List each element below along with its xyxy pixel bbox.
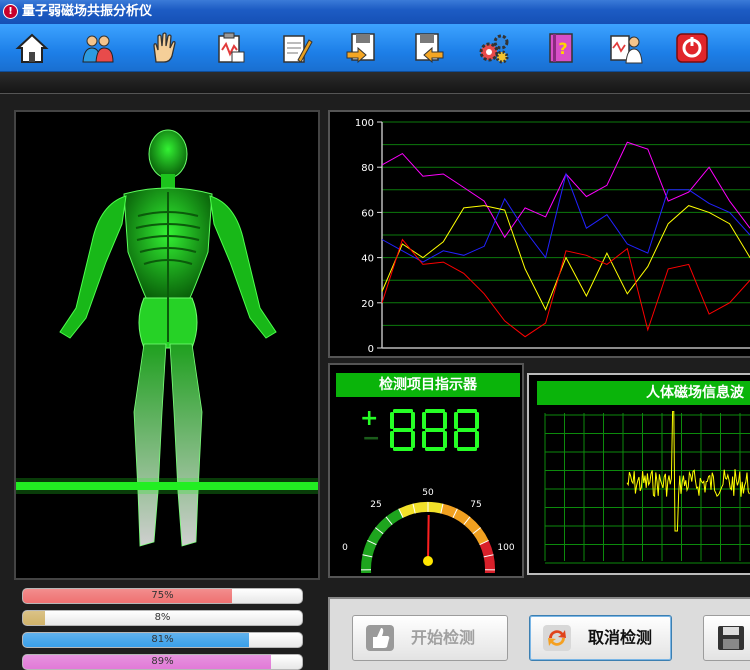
power-exit-icon[interactable] bbox=[674, 30, 710, 66]
floppy-disk-icon bbox=[718, 626, 744, 650]
digit-3 bbox=[454, 409, 479, 451]
segment bbox=[443, 412, 447, 429]
title-bar: ! 量子弱磁场共振分析仪 bbox=[0, 0, 750, 24]
indicator-panel: 检测项目指示器 + − 50 25 75 0 100 bbox=[328, 363, 524, 578]
refresh-arrows-icon bbox=[543, 625, 571, 651]
gauge-dial: 50 25 75 0 100 bbox=[342, 488, 515, 573]
gauge-label-75: 75 bbox=[470, 500, 481, 510]
window-title: 量子弱磁场共振分析仪 bbox=[22, 4, 153, 19]
progress-label-3: 81% bbox=[151, 634, 174, 645]
segment bbox=[422, 412, 426, 429]
gauge-label-0: 0 bbox=[342, 543, 348, 553]
progress-bar-1: 75% bbox=[22, 588, 303, 604]
gauge-band bbox=[440, 503, 489, 545]
svg-text:?: ? bbox=[558, 39, 567, 58]
clipboard-wave-icon[interactable] bbox=[212, 30, 248, 66]
segment bbox=[425, 447, 445, 451]
app-window: ! 量子弱磁场共振分析仪 ? 0 20 40 60 80 100 检测项目指示器… bbox=[0, 0, 750, 670]
segment bbox=[393, 447, 413, 451]
body-scan-panel bbox=[14, 110, 320, 580]
form-edit-icon[interactable] bbox=[278, 30, 314, 66]
magnetic-wave-panel: 人体磁场信息波 bbox=[527, 373, 750, 575]
segment bbox=[475, 412, 479, 429]
y-tick-label: 20 bbox=[361, 299, 374, 310]
start-detection-label: 开始检测 bbox=[411, 628, 476, 647]
export-disk-icon[interactable] bbox=[410, 30, 446, 66]
segment bbox=[393, 428, 413, 432]
progress-label-4: 89% bbox=[151, 656, 174, 667]
segment bbox=[457, 428, 477, 432]
gauge-label-25: 25 bbox=[370, 500, 381, 510]
segment bbox=[454, 412, 458, 429]
segment bbox=[457, 447, 477, 451]
doctor-report-icon[interactable] bbox=[608, 30, 644, 66]
menu-strip bbox=[0, 72, 750, 94]
import-disk-icon[interactable] bbox=[344, 30, 380, 66]
settings-gears-icon[interactable] bbox=[476, 30, 512, 66]
progress-bar-3: 81% bbox=[22, 632, 303, 648]
segment bbox=[443, 431, 447, 448]
segment bbox=[454, 431, 458, 448]
y-tick-label: 40 bbox=[361, 254, 374, 265]
segment bbox=[425, 428, 445, 432]
line-chart-panel: 0 20 40 60 80 100 bbox=[328, 110, 750, 358]
gauge-band bbox=[479, 540, 495, 573]
segment bbox=[390, 412, 394, 429]
progress-label-1: 75% bbox=[151, 590, 174, 601]
y-tick-label: 100 bbox=[355, 118, 374, 129]
gauge-label-100: 100 bbox=[497, 543, 514, 553]
hand-icon[interactable] bbox=[146, 30, 182, 66]
help-book-icon[interactable]: ? bbox=[542, 30, 578, 66]
users-icon[interactable] bbox=[80, 30, 116, 66]
y-tick-label: 80 bbox=[361, 163, 374, 174]
series-line-2 bbox=[381, 172, 750, 263]
human-skeleton-image bbox=[16, 129, 318, 547]
app-logo-icon: ! bbox=[3, 4, 18, 19]
segment bbox=[475, 431, 479, 448]
gauge-label-50: 50 bbox=[422, 488, 434, 498]
segment bbox=[393, 409, 413, 413]
progress-bar-4: 89% bbox=[22, 654, 303, 670]
segment bbox=[425, 409, 445, 413]
segment bbox=[390, 431, 394, 448]
y-tick-label: 60 bbox=[361, 208, 374, 219]
gauge-band bbox=[361, 508, 404, 573]
wave-title: 人体磁场信息波 bbox=[537, 381, 750, 405]
segment bbox=[422, 431, 426, 448]
digit-2 bbox=[422, 409, 447, 451]
segment bbox=[411, 412, 415, 429]
progress-label-2: 8% bbox=[154, 612, 171, 623]
segment bbox=[411, 431, 415, 448]
gauge-pivot bbox=[423, 556, 433, 566]
home-icon[interactable] bbox=[14, 30, 50, 66]
y-tick-label: 0 bbox=[368, 344, 374, 355]
thumbs-up-icon bbox=[366, 625, 394, 651]
wave-oscilloscope bbox=[544, 411, 750, 564]
progress-bar-2: 8% bbox=[22, 610, 303, 626]
segment bbox=[457, 409, 477, 413]
gauge-needle bbox=[427, 514, 430, 564]
indicator-title: 检测项目指示器 bbox=[336, 373, 520, 397]
minus-sign: − bbox=[362, 426, 381, 451]
cancel-detection-button[interactable]: 取消检测 bbox=[529, 615, 672, 661]
progress-bars: 75% 8% 81% 89% bbox=[22, 588, 304, 670]
cancel-detection-label: 取消检测 bbox=[588, 628, 653, 647]
line-chart: 0 20 40 60 80 100 bbox=[355, 118, 750, 355]
digit-1 bbox=[390, 409, 415, 451]
action-button-panel: 开始检测 取消检测 bbox=[328, 597, 750, 670]
save-button[interactable] bbox=[703, 615, 750, 661]
gauge-band bbox=[398, 502, 444, 518]
toolbar: ? bbox=[0, 24, 750, 72]
seven-segment-display bbox=[390, 409, 479, 451]
start-detection-button[interactable]: 开始检测 bbox=[352, 615, 508, 661]
